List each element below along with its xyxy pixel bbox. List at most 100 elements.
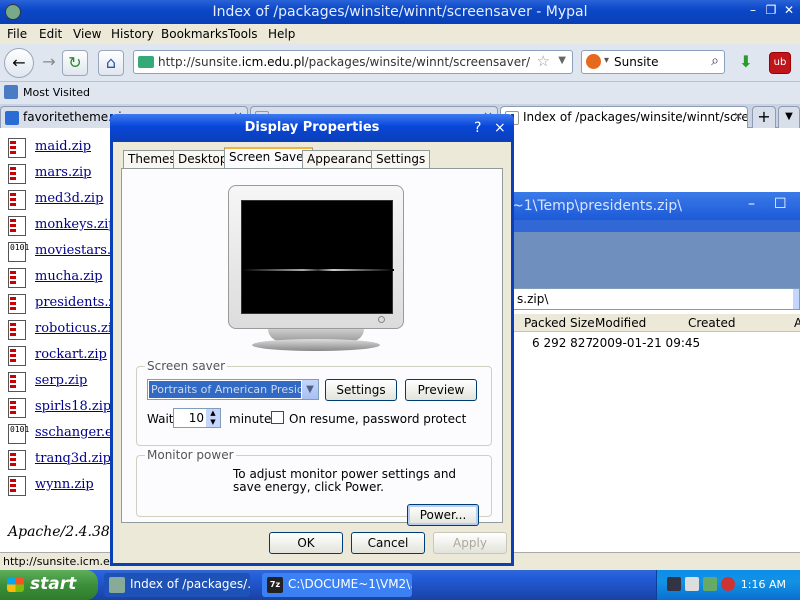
file-link[interactable]: maid.zip [35, 139, 91, 154]
menu-help[interactable]: Help [268, 27, 295, 41]
forward-button[interactable]: → [36, 50, 62, 76]
chevron-down-icon[interactable]: ▼ [301, 380, 318, 399]
file-link[interactable]: mars.zip [35, 165, 91, 180]
file-link[interactable]: serp.zip [35, 373, 87, 388]
task-label: C:\DOCUME~1\VM2\... [288, 577, 412, 591]
menu-history[interactable]: History [111, 27, 154, 41]
most-visited-icon [4, 85, 18, 99]
file-link[interactable]: rockart.zip [35, 347, 107, 362]
file-link[interactable]: med3d.zip [35, 191, 103, 206]
start-button[interactable]: start [0, 570, 98, 600]
spin-down-icon[interactable]: ▼ [206, 418, 220, 427]
list-all-tabs-button[interactable]: ▼ [778, 106, 800, 128]
preview-button[interactable]: Preview [405, 379, 477, 401]
col-packed-size[interactable]: Packed Size [524, 316, 595, 330]
menu-file[interactable]: File [7, 27, 27, 41]
archive-address: s.zip\ [517, 292, 549, 306]
ok-button[interactable]: OK [269, 532, 343, 554]
col-modified[interactable]: Modified [595, 316, 646, 330]
settings-button[interactable]: Settings [325, 379, 397, 401]
col-attributes[interactable]: A [794, 316, 800, 330]
clock[interactable]: 1:16 AM [741, 578, 786, 591]
network-tray-icon[interactable] [685, 577, 699, 591]
taskbar: start Index of /packages/... 7z C:\DOCUM… [0, 570, 800, 600]
search-icon[interactable]: ⌕ [711, 53, 719, 69]
archive-file-icon [8, 216, 26, 236]
archive-address-bar[interactable]: s.zip\ [512, 288, 800, 310]
archive-window[interactable]: ~1\Temp\presidents.zip\ – ☐ s.zip\ Packe… [512, 192, 800, 548]
tab-screen-saver[interactable]: Screen Saver [224, 147, 314, 169]
home-button[interactable]: ⌂ [98, 50, 124, 76]
cancel-button[interactable]: Cancel [351, 532, 425, 554]
archive-file-icon [8, 450, 26, 470]
url-dropdown-icon[interactable]: ▼ [558, 55, 566, 66]
taskbar-item-browser[interactable]: Index of /packages/... [104, 573, 250, 597]
bookmark-star-icon[interactable]: ☆ [537, 52, 550, 70]
browser-titlebar[interactable]: Index of /packages/winsite/winnt/screens… [0, 0, 800, 24]
file-link[interactable]: monkeys.zip [35, 217, 117, 232]
monitor-preview [228, 185, 404, 329]
archive-row[interactable]: 6 292 827 2009-01-21 09:45 [512, 334, 800, 352]
close-icon[interactable]: × [494, 114, 506, 142]
archive-titlebar[interactable]: ~1\Temp\presidents.zip\ – ☐ [512, 192, 800, 220]
file-link[interactable]: roboticus.zip [35, 321, 120, 336]
home-icon: ⌂ [105, 53, 117, 72]
search-box[interactable]: ▾ Sunsite ⌕ [581, 50, 725, 74]
menu-tools[interactable]: Tools [228, 27, 258, 41]
reload-button[interactable]: ↻ [62, 50, 88, 76]
security-tray-icon[interactable] [721, 577, 735, 591]
search-engine-dropdown-icon[interactable]: ▾ [604, 55, 609, 66]
tab-themes[interactable]: Themes [123, 150, 181, 168]
maximize-button[interactable]: ❐ [762, 3, 780, 19]
display-tray-icon[interactable] [667, 577, 681, 591]
ublock-button[interactable]: ub [769, 52, 791, 74]
site-identity-icon [138, 56, 154, 68]
help-icon[interactable]: ? [474, 114, 481, 142]
wait-value: 10 [188, 411, 204, 425]
update-tray-icon[interactable] [703, 577, 717, 591]
minimize-button[interactable]: – [744, 3, 762, 19]
file-link[interactable]: wynn.zip [35, 477, 94, 492]
menu-view[interactable]: View [73, 27, 101, 41]
file-link[interactable]: sschanger.ex [35, 425, 120, 440]
back-button[interactable]: ← [4, 48, 34, 78]
minimize-button[interactable]: – [748, 196, 755, 212]
archive-file-icon [8, 268, 26, 288]
new-tab-button[interactable]: + [752, 106, 776, 128]
apply-button[interactable]: Apply [433, 532, 507, 554]
col-created[interactable]: Created [688, 316, 736, 330]
tab-label: Index of /packages/winsite/winnt/screen.… [523, 110, 748, 124]
file-link[interactable]: mucha.zip [35, 269, 103, 284]
tab-close-icon[interactable]: × [733, 109, 743, 123]
download-button[interactable]: ⬇ [733, 50, 759, 76]
file-link[interactable]: presidents.zi [35, 295, 119, 310]
menu-bar: File Edit View History Bookmarks Tools H… [0, 24, 800, 44]
archive-file-icon [8, 320, 26, 340]
file-link[interactable]: spirls18.zip [35, 399, 111, 414]
system-tray: 1:16 AM [656, 570, 800, 600]
tab-settings[interactable]: Settings [371, 150, 431, 168]
spin-up-icon[interactable]: ▲ [206, 409, 220, 418]
url-domain: icm.edu.pl [241, 55, 305, 69]
taskbar-item-7zip[interactable]: 7z C:\DOCUME~1\VM2\... [262, 573, 412, 597]
dialog-titlebar[interactable]: Display Properties ? × [110, 114, 514, 142]
task-label: Index of /packages/... [130, 577, 250, 591]
search-engine-icon[interactable] [586, 54, 601, 69]
monitor-power-group-label: Monitor power [145, 448, 236, 462]
wait-spinner[interactable]: 10 ▲ ▼ [173, 408, 221, 428]
screen-saver-select[interactable]: Portraits of American Presidents ▼ [147, 379, 319, 400]
close-button[interactable]: ✕ [780, 3, 798, 19]
bookmark-most-visited[interactable]: Most Visited [23, 86, 90, 99]
file-link[interactable]: moviestars.e [35, 243, 119, 258]
file-link[interactable]: tranq3d.zip [35, 451, 111, 466]
tab-index-screensaver[interactable]: Index of /packages/winsite/winnt/screen.… [500, 106, 748, 128]
power-button[interactable]: Power... [407, 504, 479, 526]
resume-checkbox[interactable] [271, 411, 284, 424]
archive-file-icon [8, 398, 26, 418]
screen-saver-selected: Portraits of American Presidents [149, 381, 301, 398]
screen-saver-group: Screen saver Portraits of American Presi… [136, 359, 492, 446]
maximize-button[interactable]: ☐ [774, 196, 787, 212]
menu-bookmarks[interactable]: Bookmarks [161, 27, 228, 41]
url-bar[interactable]: http://sunsite.icm.edu.pl/packages/winsi… [133, 50, 573, 74]
menu-edit[interactable]: Edit [39, 27, 62, 41]
